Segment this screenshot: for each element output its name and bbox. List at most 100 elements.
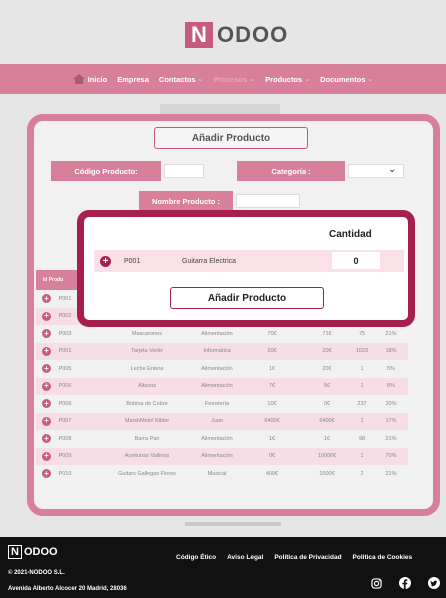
instagram-icon[interactable] (370, 577, 382, 589)
brand-logo[interactable]: N ODOO (185, 22, 288, 48)
modal-add-product-button[interactable]: Añadir Producto (170, 287, 324, 309)
cell-id: P010 (58, 470, 72, 477)
panel-tab-strip (160, 104, 280, 114)
cell-iva: 70% (385, 453, 397, 459)
footer-link-cookies[interactable]: Política de Cookies (353, 554, 413, 561)
cell-id: P008 (58, 435, 72, 442)
cell-p1: 10€ (267, 400, 277, 407)
twitter-icon[interactable] (428, 577, 440, 589)
cell-cat: Alimentación (201, 435, 233, 442)
codigo-label: Código Producto: (51, 161, 161, 181)
cell-id: P006 (58, 400, 72, 407)
cell-cat: Alimentación (201, 365, 233, 372)
footer-logo-letter: N (8, 545, 22, 559)
modal-product-code: P001 (124, 257, 141, 265)
footer-link-codigo[interactable]: Código Ético (176, 554, 216, 561)
cell-iva: 20% (385, 400, 397, 407)
cell-iva: 21% (385, 435, 397, 442)
cell-iva: 5% (387, 365, 395, 372)
cell-name: Mascarones (132, 330, 162, 337)
nav-label: Inicio (87, 74, 108, 84)
chevron-down-icon[interactable]: ⌄ (388, 164, 396, 175)
cell-cat: Alimentación (201, 453, 233, 459)
cell-id: P001 (58, 348, 72, 354)
logo-text: ODOO (217, 22, 289, 47)
modal-product-row: + P001 Guitarra Electrica 0 (94, 250, 404, 272)
cell-cat: Musical (207, 470, 227, 477)
cell-id: P002 (58, 313, 72, 319)
table-row[interactable]: + P005 Leche Entera Alimentación 1€ 20€ 1 5% (36, 360, 408, 377)
nav-item-contactos[interactable]: Contactos ⌄ (159, 75, 204, 84)
cell-iva: 18% (385, 348, 397, 354)
table-row[interactable]: + P006 Bobina de Cobre Ferretería 10€ 0€ 237 20… (36, 395, 408, 412)
nav-item-empresa[interactable]: Empresa (117, 75, 149, 84)
cell-cat: Ferretería (204, 400, 230, 407)
cell-p1: 0€ (268, 453, 276, 459)
footer-logo[interactable]: N ODOO (8, 545, 58, 559)
footer-link-aviso[interactable]: Aviso Legal (227, 554, 263, 561)
nav-label: Procesos (213, 74, 248, 84)
chevron-down-icon: ⌄ (304, 76, 311, 83)
nav-item-procesos[interactable]: Procesos ⌄ (213, 75, 255, 84)
add-quantity-modal: Cantidad + P001 Guitarra Electrica 0 Aña… (77, 210, 415, 327)
cell-iva: 21% (385, 330, 397, 337)
footer: N ODOO © 2021-NODOO S.L. Avenida Alberto… (0, 537, 446, 598)
cell-iva: 17% (385, 418, 397, 424)
cell-p1: 400€ (265, 470, 279, 477)
panel-bottom-strip (185, 522, 281, 526)
header-id: Id Produ (42, 277, 64, 283)
codigo-input[interactable] (164, 164, 204, 178)
cell-id: P001 (58, 295, 72, 302)
cell-cat: Informática (203, 348, 231, 354)
table-row[interactable]: + P008 Barra Pan Alimentación 1€ 1€ 98 21% (36, 430, 408, 447)
footer-links: Código Ético Aviso Legal Política de Pri… (176, 554, 412, 561)
cell-iva: 8% (387, 383, 395, 389)
address: Avenida Alberto Alcocer 20 Madrid, 28036 (8, 586, 127, 592)
chevron-down-icon: ⌄ (249, 76, 256, 83)
cell-name: Aceitunas Vallinos (124, 453, 170, 459)
nav-item-documentos[interactable]: Documentos ⌄ (320, 75, 373, 84)
plus-icon[interactable]: + (100, 255, 111, 267)
cell-id: P006 (58, 383, 72, 389)
cell-cat: Juan (211, 418, 223, 424)
modal-product-name: Guitarra Electrica (182, 257, 237, 265)
facebook-icon[interactable] (399, 577, 411, 589)
nombre-label: Nombre Producto : (139, 191, 233, 211)
cell-id: P009 (58, 453, 72, 459)
chevron-down-icon: ⌄ (367, 76, 374, 83)
main-nav: Inicio Empresa Contactos ⌄ Procesos ⌄ Pr… (0, 64, 446, 94)
cell-id: P007 (58, 418, 72, 424)
cell-iva: 21% (385, 470, 397, 477)
table-row[interactable]: + P009 Aceitunas Vallinos Alimentación 0€ 100… (36, 447, 408, 465)
cell-name: Altavoz (137, 383, 157, 389)
cell-name: MarshMelo! Kibler (124, 418, 170, 424)
add-product-button[interactable]: Añadir Producto (154, 127, 308, 149)
cell-p1: 1€ (268, 435, 276, 442)
nav-label: Empresa (117, 74, 149, 84)
footer-logo-text: ODOO (24, 546, 58, 558)
nav-item-productos[interactable]: Productos ⌄ (265, 75, 310, 84)
nav-item-inicio[interactable]: Inicio (72, 74, 108, 84)
cell-name: Barra Pan (134, 435, 160, 442)
quantity-input[interactable]: 0 (332, 252, 380, 269)
footer-link-privacidad[interactable]: Política de Privacidad (274, 554, 341, 561)
logo-letter: N (185, 22, 213, 48)
nav-label: Productos (265, 74, 303, 84)
cell-id: P003 (58, 330, 72, 337)
cell-cat: Alimentación (201, 383, 233, 389)
table-row[interactable]: + P001 Tarjeta Vertix Informática 20€ 20€ 1023… (36, 342, 408, 360)
table-row[interactable]: + P006 Altavoz Alimentación 7€ 5€ 1 8% (36, 377, 408, 395)
cell-name: Tarjeta Vertix (131, 348, 163, 354)
chevron-down-icon: ⌄ (197, 76, 204, 83)
cell-p1: 20€ (267, 348, 277, 354)
cell-p1: 1€ (268, 365, 276, 372)
cell-id: P005 (58, 365, 72, 372)
cell-p1: 7€ (268, 383, 276, 389)
nombre-input[interactable] (236, 194, 300, 208)
cell-cat: Alimentación (201, 330, 233, 337)
table-row[interactable]: + P007 MarshMelo! Kibler Juan 6400€ 6400€ 1 17% (36, 412, 408, 430)
table-row[interactable]: + P010 Guitars Gallegas Flores Musical 400€ 1… (36, 465, 408, 482)
copyright: © 2021-NODOO S.L. (8, 570, 65, 576)
table-row[interactable]: + P003 Mascarones Alimentación 70€ 71€ 75 21% (36, 325, 408, 342)
header: N ODOO (0, 0, 446, 62)
